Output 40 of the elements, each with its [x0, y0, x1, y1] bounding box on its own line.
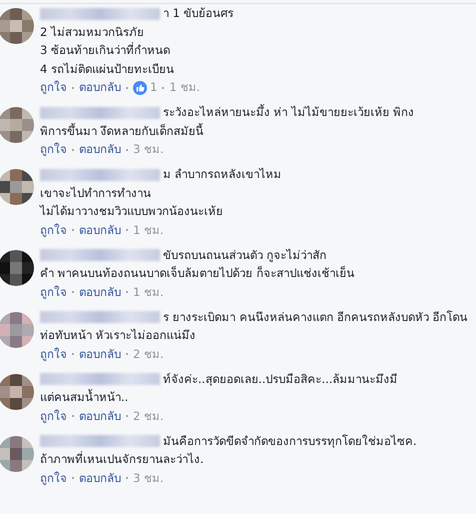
- comment-text: ท์จังค่ะ..สุดยอดเลย..ปรบมือสิคะ...ล้มมานะมึงมี: [163, 372, 398, 386]
- comment-text: แต่คนสมน้ำหน้า..: [40, 390, 128, 404]
- comment-text: 2 ไม่สวมหมวกนิรภัย: [40, 24, 144, 38]
- comment-text: ม ลำบากรถหลังเขาไหม: [163, 167, 282, 181]
- comment-text: พิการขึ้นมา งึดหลายกับเด็กสมัยนี้: [40, 124, 204, 138]
- comment-text: เขาจะไปทำการทำงาน: [40, 186, 151, 200]
- comment-time: 2 ชม.: [133, 346, 164, 363]
- comment-text: มันคือการวัดขีดจำกัดของการบรรทุกโดยใช่มอไซค.: [163, 434, 417, 448]
- comment-time: 2 ชม.: [133, 408, 164, 425]
- comment-time: 1 ชม.: [133, 222, 164, 239]
- comment-text: 3 ซ้อนท้ายเกินว่าที่กำหนด: [40, 43, 170, 57]
- comment-text: ท่อทับหน้า หัวเราะไม่ออกแน่มึง: [40, 328, 196, 342]
- like-link[interactable]: ถูกใจ: [40, 468, 67, 488]
- comment-time: 3 ชม.: [133, 470, 164, 487]
- thumbs-up-icon: [133, 80, 147, 94]
- like-link[interactable]: ถูกใจ: [40, 140, 67, 159]
- reply-link[interactable]: ตอบกลับ: [79, 344, 121, 364]
- reply-link[interactable]: ตอบกลับ: [79, 220, 121, 240]
- like-link[interactable]: ถูกใจ: [40, 78, 67, 97]
- comment-text: ถ้าภาพที่เหนเปนจักรยานละว่าไง.: [40, 452, 204, 466]
- reply-link[interactable]: ตอบกลับ: [79, 282, 121, 302]
- like-link[interactable]: ถูกใจ: [40, 220, 67, 240]
- reply-link[interactable]: ตอบกลับ: [79, 468, 121, 488]
- like-link[interactable]: ถูกใจ: [40, 282, 67, 302]
- reply-link[interactable]: ตอบกลับ: [79, 406, 121, 426]
- comment-time: 1 ชม.: [169, 79, 200, 96]
- reaction-count: 1: [150, 79, 158, 96]
- reply-link[interactable]: ตอบกลับ: [79, 78, 121, 97]
- comment-text: 4 รถไม่ติดแผ่นป้ายทะเบียน: [40, 62, 174, 76]
- reply-link[interactable]: ตอบกลับ: [79, 140, 121, 159]
- comment-text: ร ยางระเบิดมา คนนึงหล่นคางแตก อีกคนรถหลังบดหัว อีกโดน: [163, 310, 468, 324]
- like-link[interactable]: ถูกใจ: [40, 406, 67, 426]
- like-link[interactable]: ถูกใจ: [40, 344, 67, 364]
- comment-time: 3 ชม.: [133, 141, 164, 158]
- comment-text: ไม่ได้มาวางชมวิวแบบพวกน้องนะเห้ย: [40, 204, 223, 218]
- comment-time: 1 ชม.: [133, 284, 164, 301]
- comment-text: ขับรถบนถนนส่วนตัว กูจะไม่ว่าสัก: [163, 248, 327, 262]
- comment-text: ระวังอะไหล่หายนะมึ้ง ห่า ไม่ไม้ขายยะเว้ยเห้ย พิกง: [163, 105, 414, 119]
- comment-text: า 1 ขับย้อนศร: [163, 6, 234, 20]
- comment-text: คำ พาคนบนท้องถนนบาดเจ็บล้มตายไปด้วย ก็จะสาปแช่งเช้าเย็น: [40, 266, 354, 280]
